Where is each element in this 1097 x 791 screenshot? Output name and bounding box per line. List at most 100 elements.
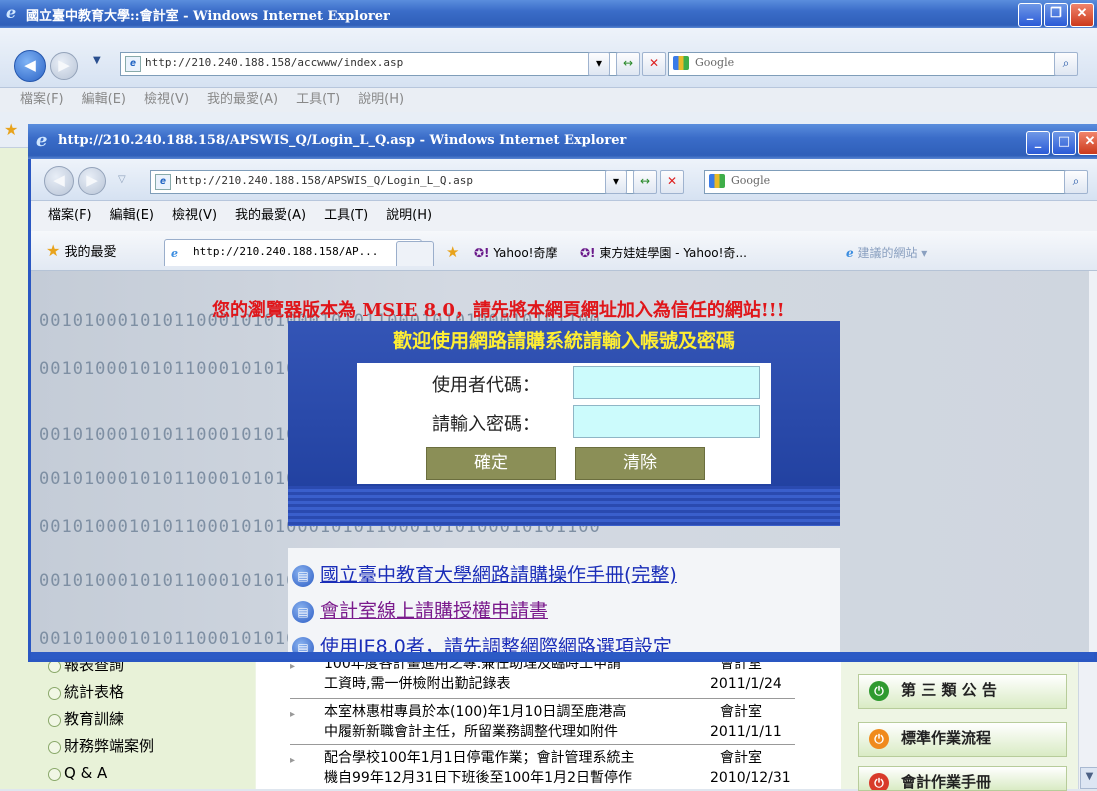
popup-back-button[interactable]: ◀ [44, 166, 74, 196]
left-menu-item-stats[interactable]: 統計表格 [44, 679, 244, 706]
username-input[interactable] [573, 366, 760, 399]
password-label: 請輸入密碼： [432, 414, 540, 435]
popup-refresh-button[interactable]: ↔ [633, 170, 657, 194]
popup-title-bar[interactable]: e http://210.240.188.158/APSWIS_Q/Login_… [28, 124, 1097, 159]
popup-address-bar[interactable]: e http://210.240.188.158/APSWIS_Q/Login_… [150, 170, 651, 194]
power-icon: ⏻ [869, 773, 889, 790]
news-date: 2011/1/24 [710, 676, 782, 692]
popup-menu-file[interactable]: 檔案(F) [48, 208, 92, 223]
outer-stop-button[interactable]: ✕ [642, 52, 666, 76]
manual-link[interactable]: ▤ 國立臺中教育大學網路請購操作手冊(完整) [292, 560, 677, 587]
popup-search-box[interactable]: Google [704, 170, 1082, 194]
news-item[interactable]: ▸ 100年度各計畫進用之專.兼任助理及臨時工申請 工資時,需一併檢附出勤記錄表… [290, 656, 795, 699]
outer-title-bar[interactable]: e 國立臺中教育大學::會計室 - Windows Internet Explo… [0, 0, 1097, 28]
bullet-icon [48, 768, 61, 781]
popup-url: http://210.240.188.158/APSWIS_Q/Login_L_… [175, 174, 474, 187]
news-title[interactable]: 本室林惠柑專員於本(100)年1月10日調至鹿港高 [324, 703, 626, 722]
fav-link-dongfang[interactable]: ✪! 東方娃娃學園 - Yahoo!奇... [580, 244, 747, 261]
popup-minimize-button[interactable]: _ [1026, 131, 1050, 155]
outer-dropdown-icon[interactable]: ▼ [93, 55, 101, 66]
favorites-button[interactable]: ★ 我的最愛 [46, 238, 117, 264]
news-item[interactable]: ▸ 配合學校100年1月1日停電作業；會計管理系統主 機自99年12月31日下班… [290, 749, 795, 790]
popup-search-placeholder: Google [731, 174, 771, 187]
outer-menu-favorites[interactable]: 我的最愛(A) [207, 92, 278, 107]
ie-logo-icon: e [846, 246, 854, 260]
scroll-down-arrow-icon[interactable]: ▼ [1080, 767, 1097, 789]
outer-restore-button[interactable]: ❐ [1044, 3, 1068, 27]
outer-menu-file[interactable]: 檔案(F) [20, 92, 64, 107]
popup-menu-favorites[interactable]: 我的最愛(A) [235, 208, 306, 223]
popup-stop-button[interactable]: ✕ [660, 170, 684, 194]
popup-forward-button[interactable]: ▶ [78, 167, 106, 195]
outer-minimize-button[interactable]: _ [1018, 3, 1042, 27]
popup-menu-tools[interactable]: 工具(T) [324, 208, 368, 223]
login-stripes [288, 486, 840, 526]
outer-fav-star-icon[interactable]: ★ [4, 120, 18, 139]
news-title-cont[interactable]: 中履新新職會計主任，所留業務調整代理如附件 [324, 723, 618, 742]
sop-button[interactable]: ⏻ 標準作業流程 [858, 722, 1067, 757]
popup-window-title: http://210.240.188.158/APSWIS_Q/Login_L_… [58, 133, 627, 148]
outer-search-placeholder: Google [695, 56, 735, 69]
popup-address-dropdown[interactable]: ▾ [605, 170, 627, 194]
outer-menu-edit[interactable]: 編輯(E) [82, 92, 126, 107]
popup-close-button[interactable]: ✕ [1078, 131, 1097, 155]
new-tab-button[interactable] [396, 241, 434, 266]
bullet-icon: ▸ [290, 755, 296, 766]
favorites-star-icon: ★ [46, 241, 61, 260]
news-title[interactable]: 配合學校100年1月1日停電作業；會計管理系統主 [324, 749, 635, 768]
popup-menu-help[interactable]: 說明(H) [386, 208, 432, 223]
accounting-manual-button[interactable]: ⏻ 會計作業手冊 [858, 766, 1067, 791]
third-class-announcement-button[interactable]: ⏻ 第 三 類 公 告 [858, 674, 1067, 709]
popup-scrollbar[interactable] [1089, 271, 1097, 652]
news-unit: 會計室 [720, 750, 762, 766]
bullet-icon [48, 687, 61, 700]
power-icon: ⏻ [869, 729, 889, 749]
bullet-icon: ▸ [290, 709, 296, 720]
popup-menu-view[interactable]: 檢視(V) [172, 208, 217, 223]
outer-refresh-button[interactable]: ↔ [616, 52, 640, 76]
google-icon [673, 56, 689, 70]
outer-menu-tools[interactable]: 工具(T) [296, 92, 340, 107]
outer-forward-button[interactable]: ▶ [50, 52, 78, 80]
bullet-icon [48, 714, 61, 727]
outer-address-bar[interactable]: e http://210.240.188.158/accwww/index.as… [120, 52, 634, 76]
news-item[interactable]: ▸ 本室林惠柑專員於本(100)年1月10日調至鹿港高 中履新新職會計主任，所留… [290, 703, 795, 745]
outer-menu-view[interactable]: 檢視(V) [144, 92, 189, 107]
outer-search-button[interactable]: ⌕ [1054, 52, 1078, 76]
login-heading: 歡迎使用網路請購系統請輸入帳號及密碼 [392, 330, 735, 352]
ie-logo-icon: e [6, 3, 17, 22]
popup-menu-edit[interactable]: 編輯(E) [110, 208, 154, 223]
browser-warning: 您的瀏覽器版本為 MSIE 8.0，請先將本網頁網址加入為信任的網站!!! [212, 300, 785, 321]
yahoo-icon: ✪! [580, 246, 596, 260]
password-input[interactable] [573, 405, 760, 438]
outer-search-box[interactable]: Google [668, 52, 1066, 76]
left-menu-item-qa[interactable]: Q & A [44, 760, 244, 787]
clear-button[interactable]: 清除 [575, 447, 705, 480]
confirm-button[interactable]: 確定 [426, 447, 556, 480]
fav-link-yahoo[interactable]: ✪! Yahoo!奇摩 [474, 244, 558, 261]
news-title-cont[interactable]: 工資時,需一併檢附出勤記錄表 [324, 675, 510, 694]
fav-link-suggested[interactable]: e 建議的網站 ▾ [846, 244, 927, 261]
ie8-settings-link[interactable]: ▤ 使用IE8.0者，請先調整網際網路選項設定 [292, 632, 672, 652]
authorization-form-link[interactable]: ▤ 會計室線上請購授權申請書 [292, 596, 548, 623]
popup-search-button[interactable]: ⌕ [1064, 170, 1088, 194]
add-favorite-button[interactable]: ★ [446, 243, 459, 261]
ie-logo-icon: e [36, 130, 48, 151]
popup-maximize-button[interactable]: □ [1052, 131, 1076, 155]
outer-close-button[interactable]: ✕ [1070, 3, 1094, 27]
outer-url: http://210.240.188.158/accwww/index.asp [145, 56, 404, 69]
browser-tab[interactable]: e http://210.240.188.158/AP... [164, 239, 422, 266]
outer-back-button[interactable]: ◀ [14, 50, 46, 82]
ie-logo-icon: e [171, 247, 178, 260]
google-icon [709, 174, 725, 188]
yahoo-icon: ✪! [474, 246, 490, 260]
left-menu-item-cases[interactable]: 財務弊端案例 [44, 733, 244, 760]
username-label: 使用者代碼： [432, 375, 540, 396]
news-date: 2010/12/31 [710, 770, 791, 786]
news-title-cont[interactable]: 機自99年12月31日下班後至100年1月2日暫停作 [324, 769, 632, 788]
popup-menu-bar: 檔案(F) 編輯(E) 檢視(V) 我的最愛(A) 工具(T) 說明(H) [31, 201, 1097, 231]
outer-menu-help[interactable]: 說明(H) [358, 92, 404, 107]
popup-dropdown-icon[interactable]: ▽ [118, 174, 126, 185]
left-menu-item-training[interactable]: 教育訓練 [44, 706, 244, 733]
outer-address-dropdown[interactable]: ▾ [588, 52, 610, 76]
